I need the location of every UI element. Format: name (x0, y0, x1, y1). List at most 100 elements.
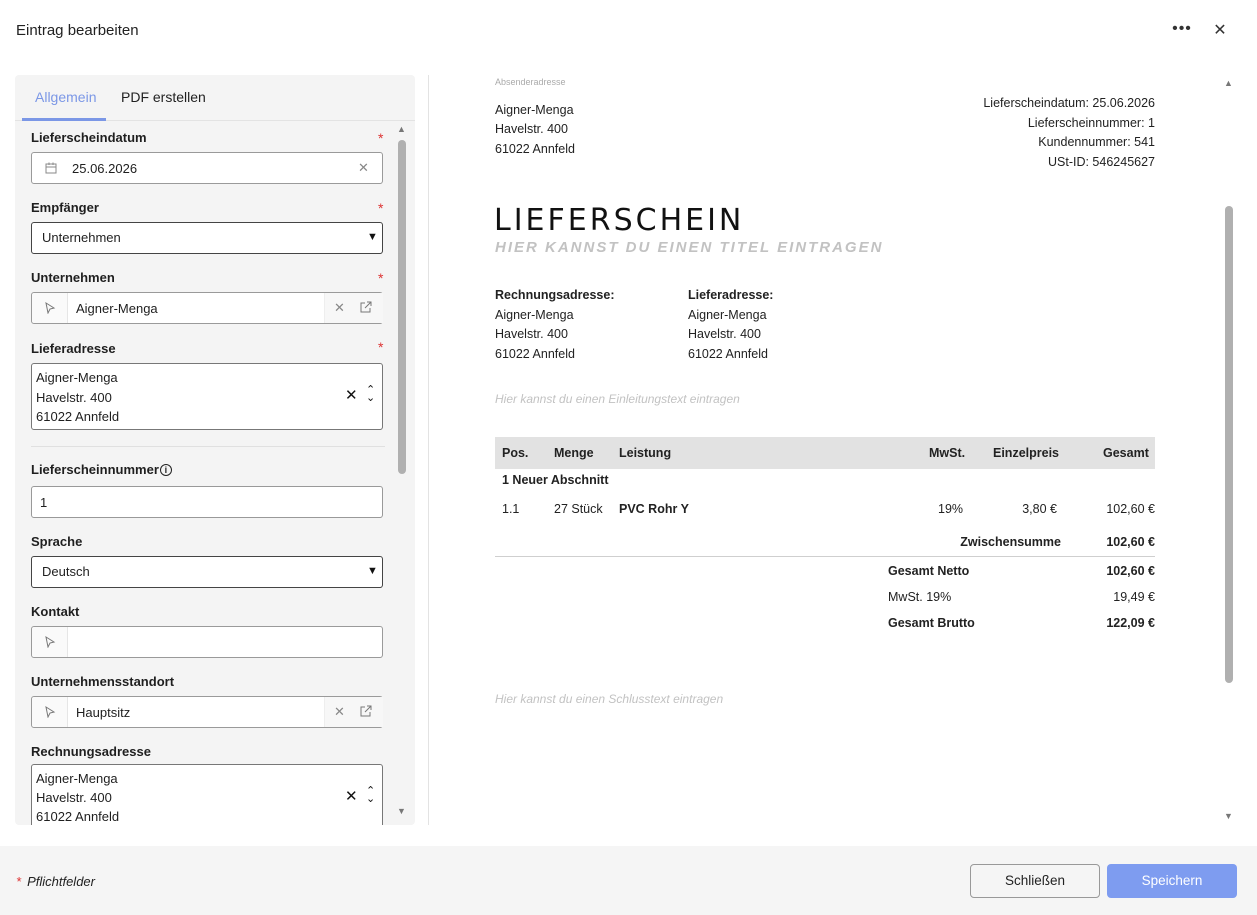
col-einzelpreis: Einzelpreis (993, 446, 1059, 460)
document-title: LIEFERSCHEIN (494, 203, 745, 238)
lieferadresse-select[interactable]: Aigner-Menga Havelstr. 400 61022 Annfeld… (31, 363, 383, 430)
billing-line: Aigner-Menga (495, 308, 574, 322)
meta-line: USt-ID: 546245627 (1047, 155, 1155, 169)
closing-hint: Hier kannst du einen Schlusstext eintrag… (495, 692, 724, 706)
col-gesamt: Gesamt (1103, 446, 1149, 460)
netto-label: Gesamt Netto (888, 564, 970, 578)
subtotal-label: Zwischensumme (960, 535, 1061, 549)
scrollbar-thumb[interactable] (398, 140, 406, 474)
brutto-label: Gesamt Brutto (888, 616, 975, 630)
pointer-icon[interactable] (32, 697, 68, 727)
col-pos: Pos. (502, 446, 529, 460)
input-actions (324, 697, 383, 727)
scroll-up-icon[interactable]: ▲ (1224, 78, 1233, 88)
required-note: * Pflichtfelder (16, 874, 95, 889)
rechnungsadresse-select[interactable]: Aigner-Menga Havelstr. 400 61022 Annfeld… (31, 764, 383, 825)
address-line: Havelstr. 400 (36, 790, 112, 805)
more-horizontal-icon[interactable]: ••• (1172, 20, 1192, 44)
preview-scrollbar[interactable]: ▲ ▼ (1222, 75, 1236, 825)
standort-value: Hauptsitz (76, 705, 131, 720)
meta-line: Lieferscheindatum: 25.06.2026 (983, 96, 1155, 110)
unternehmen-input[interactable]: Aigner-Menga ✕ (31, 292, 383, 324)
col-menge: Menge (554, 446, 594, 460)
scroll-up-icon[interactable]: ▲ (397, 124, 406, 134)
empfaenger-label: Empfänger (31, 200, 99, 215)
info-icon[interactable]: i (159, 464, 172, 476)
tab-pdf-erstellen[interactable]: PDF erstellen (121, 89, 206, 105)
clear-icon[interactable]: ✕ (345, 787, 358, 805)
required-marker: * (378, 270, 384, 286)
external-link-icon[interactable] (359, 301, 372, 314)
active-tab-indicator (22, 118, 106, 121)
clear-icon[interactable]: ✕ (358, 160, 369, 176)
tab-bar: Allgemein PDF erstellen (15, 75, 415, 121)
rechnungsadresse-label: Rechnungsadresse (31, 744, 151, 759)
brutto-value: 122,09 € (1106, 616, 1155, 630)
address-line: 61022 Annfeld (36, 409, 120, 424)
lieferscheinnummer-input[interactable]: 1 (31, 486, 383, 518)
standort-input[interactable]: Hauptsitz ✕ (31, 696, 383, 728)
lieferscheinnummer-value: 1 (40, 495, 48, 510)
panel-divider (428, 75, 429, 825)
sprache-select[interactable]: Deutsch (31, 556, 383, 588)
updown-icon[interactable]: ⌃ ⌄ (366, 786, 375, 805)
address-line: Aigner-Menga (36, 370, 118, 385)
meta-line: Kundennummer: 541 (1038, 135, 1155, 149)
save-button[interactable]: Speichern (1107, 864, 1237, 898)
calendar-icon (45, 162, 57, 174)
cell-menge: 27 Stück (554, 502, 603, 516)
sender-caption: Absenderadresse (495, 77, 566, 87)
section-title: 1 Neuer Abschnitt (502, 473, 609, 487)
mwst-value: 19,49 € (1113, 590, 1155, 604)
clear-icon[interactable]: ✕ (334, 704, 345, 720)
dialog-footer: * Pflichtfelder Schließen Speichern (0, 846, 1257, 915)
divider (495, 556, 1155, 557)
mwst-label: MwSt. 19% (888, 590, 952, 604)
col-mwst: MwSt. (929, 446, 966, 460)
pointer-icon[interactable] (32, 627, 68, 657)
pointer-icon[interactable] (32, 293, 68, 323)
divider (31, 446, 385, 447)
subtotal-value: 102,60 € (1106, 535, 1155, 549)
billing-line: 61022 Annfeld (495, 347, 575, 361)
delivery-heading: Lieferadresse: (688, 288, 774, 302)
cell-leistung: PVC Rohr Y (619, 502, 689, 516)
billing-heading: Rechnungsadresse: (495, 288, 615, 302)
dialog-title: Eintrag bearbeiten (16, 22, 139, 39)
tab-allgemein[interactable]: Allgemein (35, 89, 96, 105)
lieferscheindatum-input[interactable]: 25.06.2026 ✕ (31, 152, 383, 184)
clear-icon[interactable]: ✕ (345, 386, 358, 404)
unternehmen-value: Aigner-Menga (76, 301, 158, 316)
scrollbar-thumb[interactable] (1225, 206, 1233, 683)
scroll-down-icon[interactable]: ▼ (397, 806, 406, 816)
clear-icon[interactable]: ✕ (334, 300, 345, 316)
form-panel: Allgemein PDF erstellen Lieferscheindatu… (15, 75, 415, 825)
sprache-label: Sprache (31, 534, 83, 549)
external-link-icon[interactable] (359, 705, 372, 718)
required-marker: * (378, 200, 384, 216)
required-marker: * (16, 874, 22, 889)
sender-line: Aigner-Menga (495, 103, 574, 117)
required-marker: * (378, 339, 384, 355)
sender-line: Havelstr. 400 (495, 122, 568, 136)
sender-line: 61022 Annfeld (495, 142, 575, 156)
required-marker: * (378, 130, 384, 146)
kontakt-label: Kontakt (31, 604, 80, 619)
cell-gesamt: 102,60 € (1106, 502, 1155, 516)
kontakt-input[interactable] (31, 626, 383, 658)
scroll-down-icon[interactable]: ▼ (1224, 811, 1233, 821)
form-scrollbar[interactable]: ▲ ▼ (395, 122, 409, 825)
unternehmen-label: Unternehmen (31, 270, 115, 285)
cell-pos: 1.1 (502, 502, 520, 516)
empfaenger-select[interactable]: Unternehmen (31, 222, 383, 254)
address-line: Havelstr. 400 (36, 390, 112, 405)
col-leistung: Leistung (619, 446, 672, 460)
document-preview: Absenderadresse Aigner-Menga Havelstr. 4… (430, 75, 1220, 825)
billing-line: Havelstr. 400 (495, 327, 568, 341)
updown-icon[interactable]: ⌃ ⌄ (366, 385, 375, 404)
close-button[interactable]: Schließen (970, 864, 1100, 898)
document-subtitle: HIER KANNST DU EINEN TITEL EINTRAGEN (495, 239, 884, 256)
close-icon[interactable]: ✕ (1210, 20, 1230, 44)
address-line: Aigner-Menga (36, 771, 118, 786)
lieferscheinnummer-label: Lieferscheinnummer i (31, 462, 172, 477)
